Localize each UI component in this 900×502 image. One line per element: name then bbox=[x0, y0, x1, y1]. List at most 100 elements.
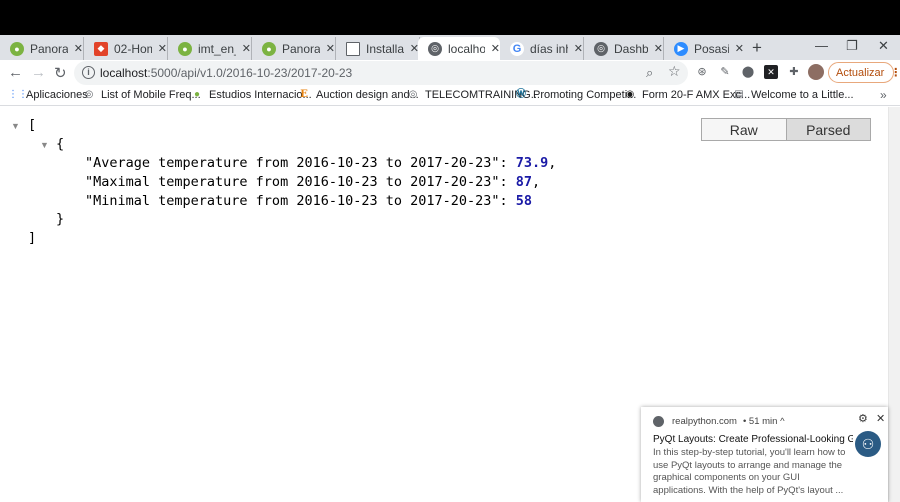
close-icon[interactable]: ✕ bbox=[491, 42, 500, 55]
green-circle-icon: ● bbox=[262, 41, 276, 56]
tab-localhost[interactable]: ◎ localhost ✕ bbox=[418, 37, 500, 60]
json-value: 87 bbox=[515, 174, 533, 190]
close-icon[interactable]: ✕ bbox=[158, 42, 167, 55]
json-value: 58 bbox=[515, 193, 533, 209]
update-button[interactable]: Actualizar ⋮ bbox=[828, 62, 900, 83]
bookmark-welcome-little[interactable]: ▤ Welcome to a Little... bbox=[733, 89, 854, 101]
extension-pin-icon[interactable]: ⬤ bbox=[741, 65, 755, 79]
tab-dashboard[interactable]: ◎ Dashboar ✕ bbox=[584, 37, 664, 60]
address-bar[interactable]: i localhost:5000/api/v1.0/2016-10-23/201… bbox=[74, 61, 688, 85]
minimize-button[interactable]: — bbox=[815, 38, 828, 53]
bookmark-label: List of Mobile Freq... bbox=[101, 89, 201, 101]
tab-posasistente[interactable]: ▶ Posasister ✕ bbox=[664, 37, 744, 60]
globe-icon: ◎ bbox=[428, 41, 442, 56]
profile-avatar[interactable] bbox=[808, 64, 824, 80]
back-arrow-icon[interactable]: ← bbox=[8, 64, 23, 81]
zoom-icon: ▶ bbox=[674, 41, 688, 56]
python-logo-icon: ⚇ bbox=[855, 431, 881, 457]
notification-source: realpython.com • 51 min ^ bbox=[653, 416, 785, 427]
bookmark-aplicaciones[interactable]: ⋮⋮ Aplicaciones bbox=[8, 89, 88, 101]
info-icon[interactable]: i bbox=[82, 66, 95, 79]
zoom-magnifier-icon[interactable]: ⌕ bbox=[646, 65, 653, 81]
screen-top-bar bbox=[0, 0, 900, 35]
bookmark-form-20f[interactable]: ◉ Form 20-F AMX Exc... bbox=[624, 89, 751, 101]
notification-source-name: realpython.com bbox=[672, 416, 737, 427]
tab-label: Installatio bbox=[366, 41, 404, 56]
array-close-bracket: ] bbox=[28, 230, 37, 246]
json-key: "Minimal temperature from 2016-10-23 to … bbox=[85, 193, 500, 209]
close-icon[interactable]: ✕ bbox=[876, 412, 885, 425]
bookmark-promoting-competition[interactable]: Ⓦ Promoting Competi... bbox=[515, 89, 636, 101]
tab-installation[interactable]: Installatio ✕ bbox=[336, 37, 420, 60]
bookmark-auction-design[interactable]: E Auction design and... bbox=[298, 89, 419, 101]
new-tab-button[interactable]: + bbox=[752, 38, 762, 58]
tab-imt-en-m[interactable]: ● imt_en_m ✕ bbox=[168, 37, 252, 60]
array-open-bracket: [ bbox=[28, 117, 37, 133]
wordpress-icon: Ⓦ bbox=[516, 89, 526, 100]
json-entry: "Minimal temperature from 2016-10-23 to … bbox=[85, 193, 533, 209]
notification-time: • 51 min ^ bbox=[742, 416, 785, 427]
bookmark-estudios[interactable]: ● Estudios Internacio... bbox=[191, 89, 312, 101]
seal-icon: ◉ bbox=[625, 89, 635, 100]
more-vert-icon: ⋮ bbox=[890, 67, 900, 79]
green-circle-icon: ● bbox=[178, 41, 192, 56]
window-close-button[interactable]: ✕ bbox=[878, 38, 889, 54]
gear-icon[interactable]: ⚙ bbox=[858, 412, 868, 425]
globe-icon: ◎ bbox=[84, 89, 94, 100]
bookmark-label: Auction design and... bbox=[316, 89, 419, 101]
tab-panorama-2[interactable]: ● Panorama ✕ bbox=[252, 37, 336, 60]
notification-title: PyQt Layouts: Create Professional-Lookin… bbox=[653, 434, 853, 445]
browser-toolbar: ← → ↻ i localhost:5000/api/v1.0/2016-10-… bbox=[0, 60, 900, 86]
bookmark-label: Welcome to a Little... bbox=[751, 89, 854, 101]
raw-button[interactable]: Raw bbox=[702, 119, 786, 140]
bookmark-star-icon[interactable]: ☆ bbox=[668, 63, 681, 80]
tab-02-home[interactable]: ◆ 02-Home ✕ bbox=[84, 37, 168, 60]
address-url[interactable]: localhost:5000/api/v1.0/2016-10-23/2017-… bbox=[100, 66, 352, 80]
tab-label: Dashboar bbox=[614, 41, 648, 56]
json-value: 73.9 bbox=[515, 155, 549, 171]
close-icon[interactable]: ✕ bbox=[735, 42, 744, 55]
collapse-array-triangle-icon[interactable]: ▼ bbox=[11, 121, 20, 131]
extension-pen-icon[interactable]: ✎ bbox=[718, 65, 732, 79]
extensions-puzzle-icon[interactable]: ✚ bbox=[787, 65, 801, 79]
restore-button[interactable]: ❐ bbox=[846, 38, 858, 54]
vertical-scrollbar[interactable] bbox=[888, 107, 900, 502]
green-circle-icon: ● bbox=[10, 41, 24, 56]
tab-strip: ● Panorama ✕ ◆ 02-Home ✕ ● imt_en_m ✕ ● … bbox=[0, 35, 900, 60]
tab-dias-inhabiles[interactable]: G días inhab ✕ bbox=[500, 37, 584, 60]
json-key: "Average temperature from 2016-10-23 to … bbox=[85, 155, 500, 171]
json-entry: "Maximal temperature from 2016-10-23 to … bbox=[85, 174, 541, 190]
apps-grid-icon: ⋮⋮ bbox=[8, 89, 28, 100]
tab-label: imt_en_m bbox=[198, 41, 236, 56]
extension-x-icon[interactable]: ✕ bbox=[764, 65, 778, 79]
bookmark-mobile-freq[interactable]: ◎ List of Mobile Freq... bbox=[83, 89, 201, 101]
green-circle-icon: ● bbox=[193, 89, 201, 100]
notification-popup[interactable]: realpython.com • 51 min ^ ⚙ ✕ PyQt Layou… bbox=[641, 407, 888, 502]
tab-label: Panorama bbox=[30, 41, 68, 56]
e-letter-icon: E bbox=[300, 89, 308, 100]
chrome-icon bbox=[653, 416, 664, 427]
close-icon[interactable]: ✕ bbox=[242, 42, 251, 55]
forward-arrow-icon[interactable]: → bbox=[31, 64, 46, 81]
parsed-button[interactable]: Parsed bbox=[785, 119, 870, 140]
document-icon bbox=[346, 41, 360, 56]
bookmarks-overflow-chevron-icon[interactable]: » bbox=[880, 88, 887, 102]
tab-label: Posasister bbox=[694, 41, 729, 56]
close-icon[interactable]: ✕ bbox=[574, 42, 583, 55]
close-icon[interactable]: ✕ bbox=[326, 42, 335, 55]
object-open-brace: { bbox=[56, 136, 65, 152]
update-button-label: Actualizar bbox=[836, 66, 885, 79]
extension-icon[interactable]: ⊛ bbox=[695, 65, 709, 79]
reload-icon[interactable]: ↻ bbox=[54, 64, 67, 82]
tab-label: días inhab bbox=[530, 41, 568, 56]
close-icon[interactable]: ✕ bbox=[74, 42, 83, 55]
document-icon: ▤ bbox=[734, 89, 744, 100]
close-icon[interactable]: ✕ bbox=[654, 42, 663, 55]
tab-panorama-1[interactable]: ● Panorama ✕ bbox=[0, 37, 84, 60]
tab-label: Panorama bbox=[282, 41, 320, 56]
collapse-object-triangle-icon[interactable]: ▼ bbox=[40, 140, 49, 150]
globe-icon: ◎ bbox=[408, 89, 418, 100]
bookmark-label: Aplicaciones bbox=[26, 89, 88, 101]
google-icon: G bbox=[510, 41, 524, 56]
url-path: :5000/api/v1.0/2016-10-23/2017-20-23 bbox=[147, 66, 353, 80]
